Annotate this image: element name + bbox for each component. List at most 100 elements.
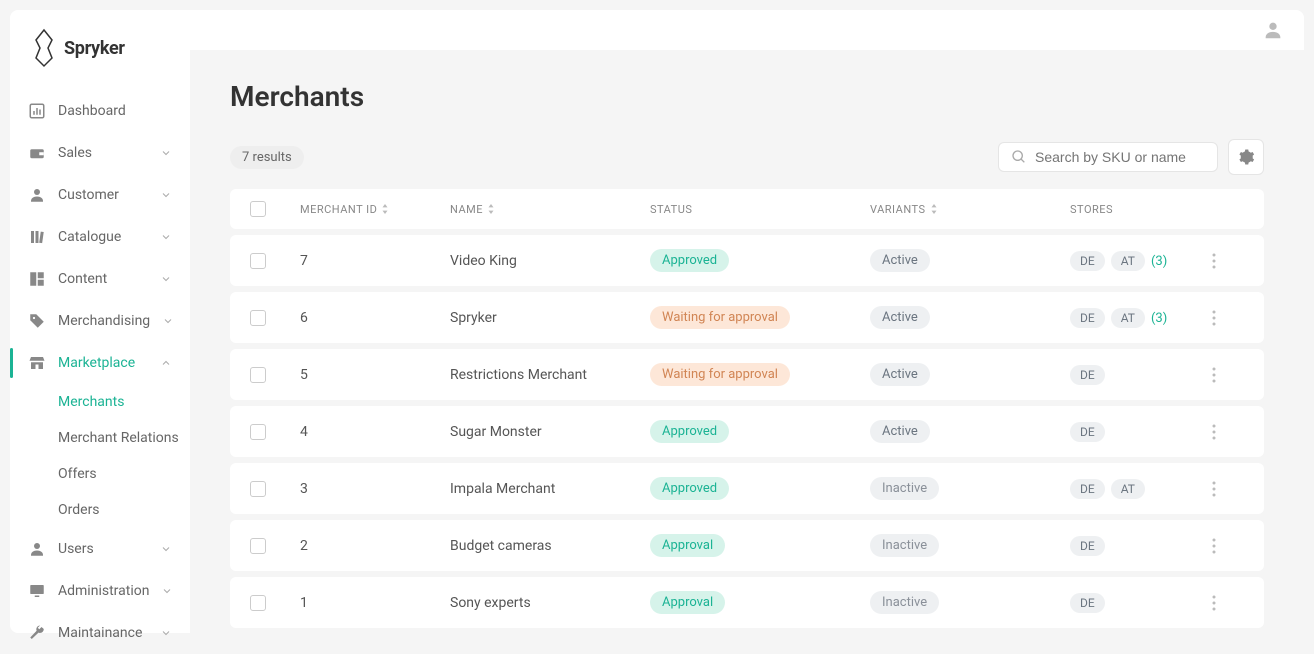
- sidebar-item-label: Administration: [58, 583, 149, 599]
- wrench-icon: [28, 624, 46, 642]
- logo-mark-icon: [30, 28, 58, 68]
- status-pill: Waiting for approval: [650, 363, 790, 386]
- tag-icon: [28, 312, 46, 330]
- cell-id: 7: [300, 253, 450, 269]
- cell-name: Sony experts: [450, 595, 650, 611]
- status-pill: Approval: [650, 534, 725, 557]
- row-actions-button[interactable]: [1204, 536, 1224, 556]
- user-icon: [28, 540, 46, 558]
- column-status: Status: [650, 203, 870, 216]
- chevron-down-icon: [160, 273, 172, 285]
- layout-icon: [28, 270, 46, 288]
- sidebar-item-label: Merchandising: [58, 313, 150, 329]
- stores-more[interactable]: (3): [1151, 254, 1167, 269]
- sidebar-item-catalogue[interactable]: Catalogue: [10, 216, 190, 258]
- row-actions-button[interactable]: [1204, 365, 1224, 385]
- store-icon: [28, 354, 46, 372]
- variant-pill: Inactive: [870, 534, 939, 557]
- chevron-down-icon: [160, 627, 172, 639]
- sidebar-sub-merchants[interactable]: Merchants: [58, 384, 190, 420]
- toolbar: 7 results: [230, 139, 1264, 175]
- chart-icon: [28, 102, 46, 120]
- column-variants[interactable]: Variants: [870, 203, 1070, 216]
- store-tag: DE: [1070, 365, 1105, 385]
- books-icon: [28, 228, 46, 246]
- content: Merchants 7 results Merchant ID Name: [190, 50, 1304, 633]
- store-tag: AT: [1111, 479, 1145, 499]
- sidebar-item-administration[interactable]: Administration: [10, 570, 190, 612]
- row-checkbox[interactable]: [250, 538, 266, 554]
- table-row: 6SprykerWaiting for approvalActiveDEAT(3…: [230, 292, 1264, 343]
- table-row: 7Video KingApprovedActiveDEAT(3): [230, 235, 1264, 286]
- logo[interactable]: Spryker: [10, 10, 190, 86]
- cell-name: Restrictions Merchant: [450, 367, 650, 383]
- page-title: Merchants: [230, 80, 1264, 113]
- store-tag: DE: [1070, 422, 1105, 442]
- sidebar-item-marketplace[interactable]: Marketplace: [10, 342, 190, 384]
- variant-pill: Active: [870, 249, 930, 272]
- logo-text: Spryker: [64, 38, 125, 59]
- row-actions-button[interactable]: [1204, 593, 1224, 613]
- store-tag: DE: [1070, 593, 1105, 613]
- cell-id: 4: [300, 424, 450, 440]
- search-input[interactable]: [1035, 149, 1216, 165]
- settings-button[interactable]: [1228, 139, 1264, 175]
- row-actions-button[interactable]: [1204, 479, 1224, 499]
- search-box[interactable]: [998, 142, 1218, 172]
- sidebar-sub-orders[interactable]: Orders: [58, 492, 190, 528]
- select-all-checkbox[interactable]: [250, 201, 266, 217]
- sidebar-item-label: Content: [58, 271, 148, 287]
- sort-icon: [487, 204, 495, 214]
- store-tag: DE: [1070, 479, 1105, 499]
- status-pill: Approved: [650, 420, 729, 443]
- row-checkbox[interactable]: [250, 595, 266, 611]
- row-checkbox[interactable]: [250, 310, 266, 326]
- cell-id: 3: [300, 481, 450, 497]
- sidebar-item-sales[interactable]: Sales: [10, 132, 190, 174]
- row-actions-button[interactable]: [1204, 308, 1224, 328]
- row-checkbox[interactable]: [250, 253, 266, 269]
- sidebar-item-label: Maintainance: [58, 625, 148, 641]
- sidebar-item-maintainance[interactable]: Maintainance: [10, 612, 190, 654]
- column-merchant-id[interactable]: Merchant ID: [300, 203, 450, 216]
- cell-id: 6: [300, 310, 450, 326]
- cell-name: Impala Merchant: [450, 481, 650, 497]
- row-checkbox[interactable]: [250, 481, 266, 497]
- store-tag: DE: [1070, 308, 1105, 328]
- variant-pill: Inactive: [870, 591, 939, 614]
- sidebar: Spryker Dashboard Sales CustomerCatalogue C…: [10, 10, 190, 633]
- table-row: 1Sony expertsApprovalInactiveDE: [230, 577, 1264, 628]
- chevron-down-icon: [160, 189, 172, 201]
- cell-name: Budget cameras: [450, 538, 650, 554]
- sidebar-item-dashboard[interactable]: Dashboard: [10, 90, 190, 132]
- sidebar-item-label: Dashboard: [58, 103, 172, 119]
- sidebar-item-label: Sales: [58, 145, 148, 161]
- sidebar-item-users[interactable]: Users: [10, 528, 190, 570]
- cell-id: 2: [300, 538, 450, 554]
- chevron-down-icon: [161, 585, 173, 597]
- row-actions-button[interactable]: [1204, 422, 1224, 442]
- row-checkbox[interactable]: [250, 424, 266, 440]
- sidebar-sub-offers[interactable]: Offers: [58, 456, 190, 492]
- sidebar-item-customer[interactable]: Customer: [10, 174, 190, 216]
- sidebar-item-label: Marketplace: [58, 355, 148, 371]
- gear-icon: [1237, 148, 1255, 166]
- chevron-down-icon: [160, 231, 172, 243]
- sidebar-sub-merchant-relations[interactable]: Merchant Relations: [58, 420, 190, 456]
- status-pill: Approved: [650, 477, 729, 500]
- row-actions-button[interactable]: [1204, 251, 1224, 271]
- sidebar-item-merchandising[interactable]: Merchandising: [10, 300, 190, 342]
- stores-more[interactable]: (3): [1151, 311, 1167, 326]
- table-row: 3Impala MerchantApprovedInactiveDEAT: [230, 463, 1264, 514]
- wallet-icon: [28, 144, 46, 162]
- column-stores: Stores: [1070, 203, 1204, 216]
- cell-name: Spryker: [450, 310, 650, 326]
- sidebar-item-content[interactable]: Content: [10, 258, 190, 300]
- row-checkbox[interactable]: [250, 367, 266, 383]
- chevron-down-icon: [160, 147, 172, 159]
- topbar: [190, 10, 1304, 50]
- chevron-up-icon: [160, 357, 172, 369]
- store-tag: DE: [1070, 536, 1105, 556]
- user-avatar-icon[interactable]: [1262, 19, 1284, 41]
- column-name[interactable]: Name: [450, 203, 650, 216]
